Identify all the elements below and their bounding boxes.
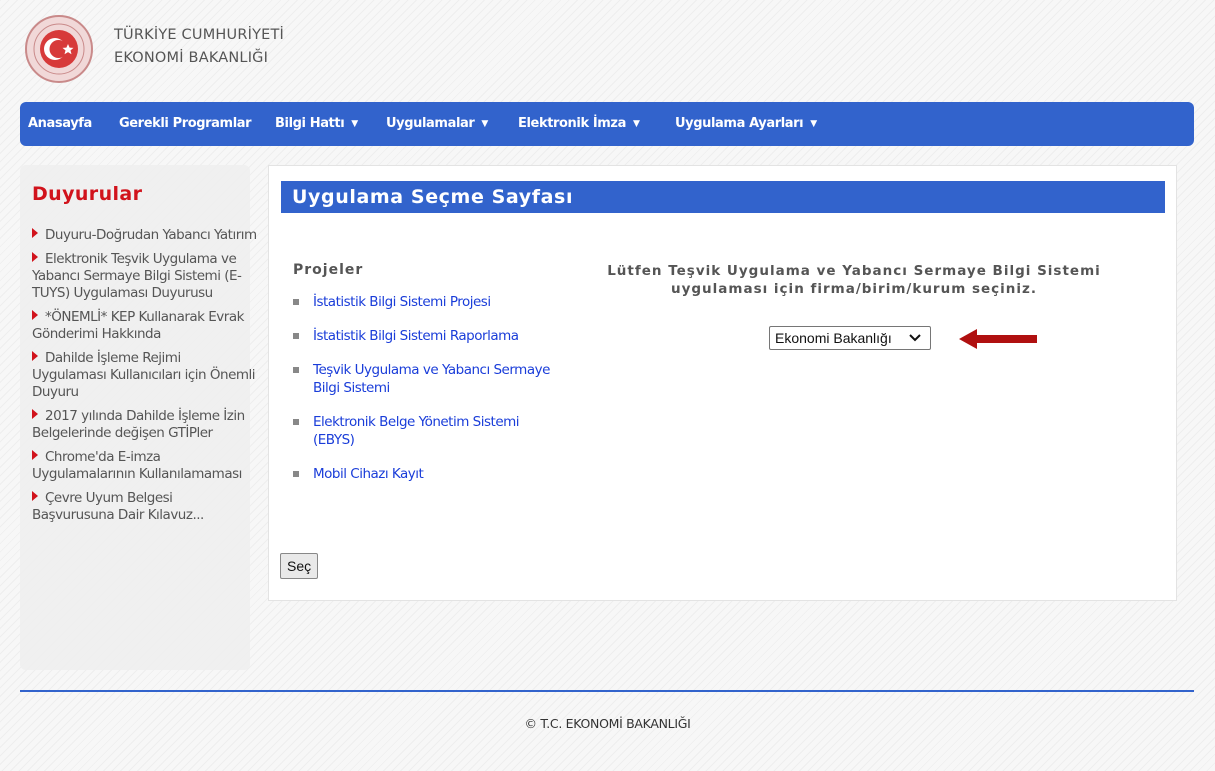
title-line-2: EKONOMİ BAKANLIĞI — [114, 50, 269, 66]
site-header: TÜRKİYE CUMHURİYETİ EKONOMİ BAKANLIĞI — [0, 0, 1215, 100]
nav-gerekli-programlar[interactable]: Gerekli Programlar — [119, 102, 252, 146]
triangle-right-icon — [32, 351, 38, 361]
projects-heading: Projeler — [293, 262, 364, 278]
announcement-label: *ÖNEMLİ* KEP Kullanarak Evrak Gönderimi … — [32, 309, 244, 342]
selection-prompt: Lütfen Teşvik Uygulama ve Yabancı Sermay… — [607, 263, 1101, 297]
announcement-item[interactable]: *ÖNEMLİ* KEP Kullanarak Evrak Gönderimi … — [32, 309, 258, 343]
organization-select-value: Ekonomi Bakanlığı — [775, 330, 892, 346]
caret-down-icon: ▼ — [481, 119, 488, 129]
announcement-label: Duyuru-Doğrudan Yabancı Yatırım — [45, 227, 257, 243]
announcement-item[interactable]: 2017 yılında Dahilde İşleme İzin Belgele… — [32, 408, 258, 442]
nav-uygulama-ayarlari[interactable]: Uygulama Ayarları ▼ — [675, 102, 817, 146]
announcement-label: Dahilde İşleme Rejimi Uygulaması Kullanı… — [32, 350, 256, 400]
nav-elektronik-imza[interactable]: Elektronik İmza ▼ — [518, 102, 640, 146]
project-link-label: İstatistik Bilgi Sistemi Projesi — [313, 294, 491, 310]
announcement-item[interactable]: Duyuru-Doğrudan Yabancı Yatırım — [32, 227, 258, 244]
nav-anasayfa-label: Anasayfa — [28, 116, 92, 131]
triangle-right-icon — [32, 450, 38, 460]
square-bullet-icon — [293, 299, 299, 305]
announcement-label: Chrome'da E-imza Uygulamalarının Kullanı… — [32, 449, 242, 482]
announcement-label: 2017 yılında Dahilde İşleme İzin Belgele… — [32, 408, 245, 441]
footer-divider — [20, 690, 1194, 692]
project-link[interactable]: Teşvik Uygulama ve Yabancı Sermaye Bilgi… — [293, 361, 553, 397]
project-link[interactable]: Elektronik Belge Yönetim Sistemi (EBYS) — [293, 413, 553, 449]
page-title: Uygulama Seçme Sayfası — [281, 181, 1165, 213]
announcement-label: Çevre Uyum Belgesi Başvurusuna Dair Kıla… — [32, 490, 204, 523]
projects-list: İstatistik Bilgi Sistemi Projesi İstatis… — [293, 293, 553, 499]
triangle-right-icon — [32, 252, 38, 262]
triangle-right-icon — [32, 409, 38, 419]
nav-anasayfa[interactable]: Anasayfa — [28, 102, 92, 146]
nav-elektronik-imza-label: Elektronik İmza — [518, 116, 626, 131]
announcement-item[interactable]: Elektronik Teşvik Uygulama ve Yabancı Se… — [32, 251, 258, 302]
square-bullet-icon — [293, 367, 299, 373]
announcement-item[interactable]: Dahilde İşleme Rejimi Uygulaması Kullanı… — [32, 350, 258, 401]
nav-bilgi-hatti[interactable]: Bilgi Hattı ▼ — [275, 102, 358, 146]
nav-bilgi-hatti-label: Bilgi Hattı — [275, 116, 345, 131]
triangle-right-icon — [32, 491, 38, 501]
announcement-item[interactable]: Çevre Uyum Belgesi Başvurusuna Dair Kıla… — [32, 490, 258, 524]
ministry-title: TÜRKİYE CUMHURİYETİ EKONOMİ BAKANLIĞI — [114, 24, 284, 70]
announcements-sidebar: Duyurular Duyuru-Doğrudan Yabancı Yatırı… — [20, 165, 257, 670]
nav-uygulamalar[interactable]: Uygulamalar ▼ — [386, 102, 488, 146]
ministry-seal-logo — [25, 15, 93, 83]
select-submit-button[interactable]: Seç — [280, 553, 319, 579]
project-link[interactable]: Mobil Cihazı Kayıt — [293, 465, 553, 483]
organization-select[interactable]: Ekonomi Bakanlığı — [769, 326, 931, 350]
footer-copyright: © T.C. EKONOMİ BAKANLIĞI — [524, 716, 691, 731]
announcements-title: Duyurular — [32, 183, 143, 205]
project-link[interactable]: İstatistik Bilgi Sistemi Raporlama — [293, 327, 553, 345]
project-link-label: Mobil Cihazı Kayıt — [313, 466, 424, 482]
project-link-label: Elektronik Belge Yönetim Sistemi (EBYS) — [313, 414, 520, 448]
triangle-right-icon — [32, 310, 38, 320]
app-selection-panel: Uygulama Seçme Sayfası Projeler İstatist… — [268, 165, 1177, 601]
triangle-right-icon — [32, 228, 38, 238]
project-link[interactable]: İstatistik Bilgi Sistemi Projesi — [293, 293, 553, 311]
project-link-label: Teşvik Uygulama ve Yabancı Sermaye Bilgi… — [313, 362, 550, 396]
announcement-label: Elektronik Teşvik Uygulama ve Yabancı Se… — [32, 251, 242, 301]
arrow-left-icon — [959, 329, 1037, 349]
nav-uygulama-ayarlari-label: Uygulama Ayarları — [675, 116, 804, 131]
caret-down-icon: ▼ — [632, 119, 640, 129]
main-navbar: Anasayfa Gerekli Programlar Bilgi Hattı ▼… — [20, 102, 1194, 146]
caret-down-icon: ▼ — [351, 119, 358, 129]
square-bullet-icon — [293, 333, 299, 339]
announcements-list: Duyuru-Doğrudan Yabancı Yatırım Elektron… — [32, 227, 258, 531]
square-bullet-icon — [293, 419, 299, 425]
square-bullet-icon — [293, 471, 299, 477]
title-line-1: TÜRKİYE CUMHURİYETİ — [114, 27, 285, 43]
caret-down-icon: ▼ — [810, 119, 817, 129]
chevron-down-icon — [909, 334, 921, 342]
project-link-label: İstatistik Bilgi Sistemi Raporlama — [313, 328, 519, 344]
nav-gerekli-programlar-label: Gerekli Programlar — [119, 116, 252, 131]
nav-uygulamalar-label: Uygulamalar — [386, 116, 475, 131]
announcement-item[interactable]: Chrome'da E-imza Uygulamalarının Kullanı… — [32, 449, 258, 483]
